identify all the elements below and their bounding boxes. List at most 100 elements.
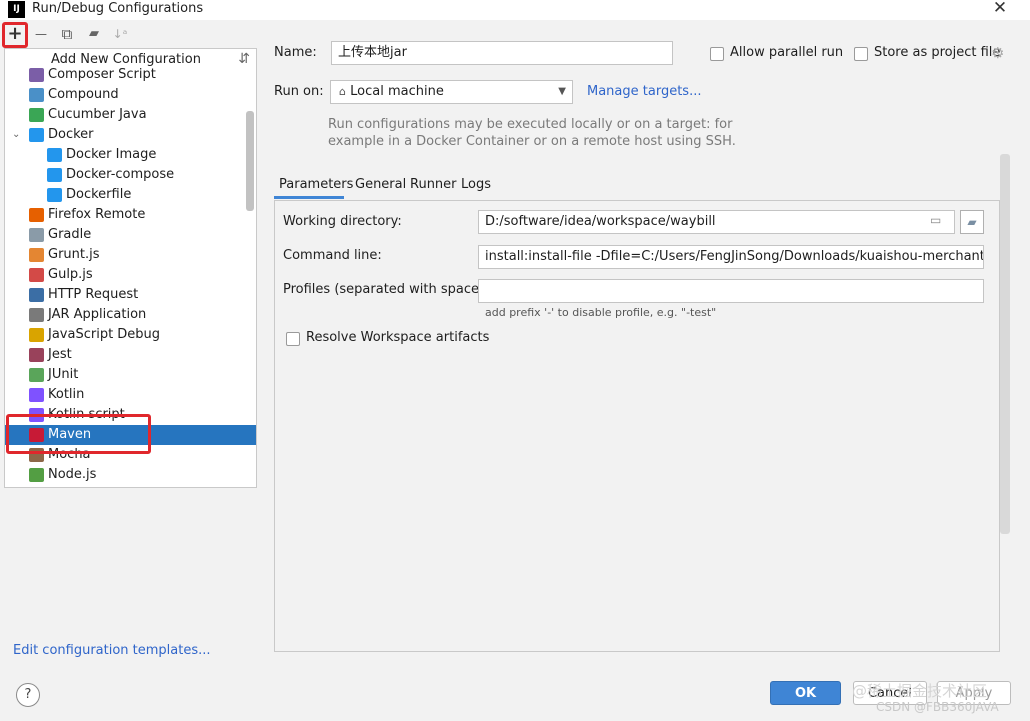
tree-item-label: Docker xyxy=(48,127,94,142)
name-label: Name: xyxy=(274,45,317,60)
tree-item-label: Firefox Remote xyxy=(48,207,146,222)
name-field[interactable]: 上传本地jar xyxy=(331,41,673,65)
home-icon: ⌂ xyxy=(339,85,346,98)
run-on-hint-line2: example in a Docker Container or on a re… xyxy=(328,134,736,149)
jar-icon xyxy=(29,308,44,322)
working-directory-label: Working directory: xyxy=(283,214,402,229)
allow-parallel-run-checkbox[interactable] xyxy=(710,47,724,61)
gradle-icon xyxy=(29,228,44,242)
tree-item[interactable]: Grunt.js xyxy=(5,245,256,265)
chevron-down-icon: ▼ xyxy=(558,86,566,97)
form-scrollbar[interactable] xyxy=(1000,154,1010,534)
run-on-select[interactable]: ⌂ Local machine ▼ xyxy=(330,80,573,104)
watermark-juejin: @稀土掘金技术社区 xyxy=(852,682,988,700)
tree-item-label: Cucumber Java xyxy=(48,107,147,122)
command-line-label: Command line: xyxy=(283,248,382,263)
command-line-field[interactable]: install:install-file -Dfile=C:/Users/Fen… xyxy=(478,245,984,269)
tree-scrollbar[interactable] xyxy=(246,111,254,211)
copy-configuration-button[interactable]: ⧉ xyxy=(57,24,77,44)
tree-item-label: Gulp.js xyxy=(48,267,93,282)
tree-item[interactable]: Dockerfile xyxy=(5,185,256,205)
junit-icon xyxy=(29,368,44,382)
help-icon[interactable]: ? xyxy=(16,683,40,707)
close-icon[interactable]: ✕ xyxy=(988,0,1012,20)
tree-item-label: Compound xyxy=(48,87,119,102)
cucumber-icon xyxy=(29,108,44,122)
run-on-hint-line1: Run configurations may be executed local… xyxy=(328,117,733,132)
tree-item[interactable]: Node.js xyxy=(5,465,256,485)
tab-runner[interactable]: Runner xyxy=(410,177,457,192)
expand-chevron-icon[interactable]: ⌄ xyxy=(12,125,20,145)
tree-item[interactable]: Composer Script xyxy=(5,65,256,85)
active-tab-indicator xyxy=(274,196,344,199)
window-title: Run/Debug Configurations xyxy=(32,1,204,16)
docker-icon xyxy=(47,188,62,202)
tree-item[interactable]: Docker Image xyxy=(5,145,256,165)
tree-item[interactable]: Jest xyxy=(5,345,256,365)
tree-item-label: Grunt.js xyxy=(48,247,100,262)
js-debug-icon xyxy=(29,328,44,342)
gear-icon[interactable]: ⚙ xyxy=(991,44,1004,62)
tree-item-label: Kotlin xyxy=(48,387,85,402)
tree-item[interactable]: HTTP Request xyxy=(5,285,256,305)
profiles-label: Profiles (separated with space): xyxy=(283,282,489,297)
docker-icon xyxy=(47,148,62,162)
tab-parameters[interactable]: Parameters xyxy=(279,177,353,192)
jest-icon xyxy=(29,348,44,362)
tab-logs[interactable]: Logs xyxy=(461,177,491,192)
tree-item-label: JAR Application xyxy=(48,307,147,322)
gulp-icon xyxy=(29,268,44,282)
tree-item[interactable]: JAR Application xyxy=(5,305,256,325)
tab-general[interactable]: General xyxy=(355,177,406,192)
run-on-label: Run on: xyxy=(274,84,324,99)
browse-folder-icon[interactable]: ▭ xyxy=(930,213,941,227)
ok-button[interactable]: OK xyxy=(770,681,841,705)
highlight-maven-item xyxy=(6,414,151,454)
tree-item-label: Gradle xyxy=(48,227,92,242)
tree-item-label: Docker-compose xyxy=(66,167,175,182)
highlight-add-button xyxy=(2,22,28,48)
allow-parallel-run-label: Allow parallel run xyxy=(730,45,844,60)
tree-item-label: Jest xyxy=(48,347,72,362)
sort-button[interactable]: ↓ᵃ xyxy=(110,24,130,44)
nodejs-icon xyxy=(29,468,44,482)
grunt-icon xyxy=(29,248,44,262)
tree-item[interactable]: Compound xyxy=(5,85,256,105)
store-as-project-file-label: Store as project file xyxy=(874,45,1001,60)
resolve-workspace-label: Resolve Workspace artifacts xyxy=(306,330,490,345)
tree-item[interactable]: JUnit xyxy=(5,365,256,385)
tree-item[interactable]: Kotlin xyxy=(5,385,256,405)
composer-icon xyxy=(29,68,44,82)
new-folder-button[interactable]: ▰ xyxy=(84,24,104,44)
working-directory-field[interactable]: D:/software/idea/workspace/waybill xyxy=(478,210,955,234)
folder-macro-button[interactable]: ▰ xyxy=(960,210,984,234)
tree-item-label: Dockerfile xyxy=(66,187,132,202)
kotlin-icon xyxy=(29,388,44,402)
profiles-hint: add prefix '-' to disable profile, e.g. … xyxy=(485,306,717,319)
resolve-workspace-checkbox[interactable] xyxy=(286,332,300,346)
tree-item-label: Docker Image xyxy=(66,147,157,162)
compound-icon xyxy=(29,88,44,102)
tree-item-label: JUnit xyxy=(48,367,79,382)
title-bar: IJ Run/Debug Configurations ✕ xyxy=(0,0,1030,20)
tree-item[interactable]: Cucumber Java xyxy=(5,105,256,125)
intellij-logo-icon: IJ xyxy=(8,1,25,18)
tree-item[interactable]: JavaScript Debug xyxy=(5,325,256,345)
watermark-csdn: CSDN @FBB360JAVA xyxy=(876,700,999,714)
tree-item-label: HTTP Request xyxy=(48,287,139,302)
profiles-field[interactable] xyxy=(478,279,984,303)
docker-icon xyxy=(47,168,62,182)
edit-configuration-templates-link[interactable]: Edit configuration templates... xyxy=(13,643,211,658)
tree-item[interactable]: Firefox Remote xyxy=(5,205,256,225)
tree-item-label: Composer Script xyxy=(48,67,156,82)
tree-item[interactable]: Gradle xyxy=(5,225,256,245)
remove-configuration-button[interactable]: — xyxy=(31,24,51,44)
manage-targets-link[interactable]: Manage targets... xyxy=(587,84,701,99)
tree-item[interactable]: ⌄ Docker xyxy=(5,125,256,145)
tree-item-label: Node.js xyxy=(48,467,97,482)
tree-item[interactable]: Docker-compose xyxy=(5,165,256,185)
tree-item-label: JavaScript Debug xyxy=(48,327,161,342)
tree-item[interactable]: Gulp.js xyxy=(5,265,256,285)
firefox-icon xyxy=(29,208,44,222)
store-as-project-file-checkbox[interactable] xyxy=(854,47,868,61)
